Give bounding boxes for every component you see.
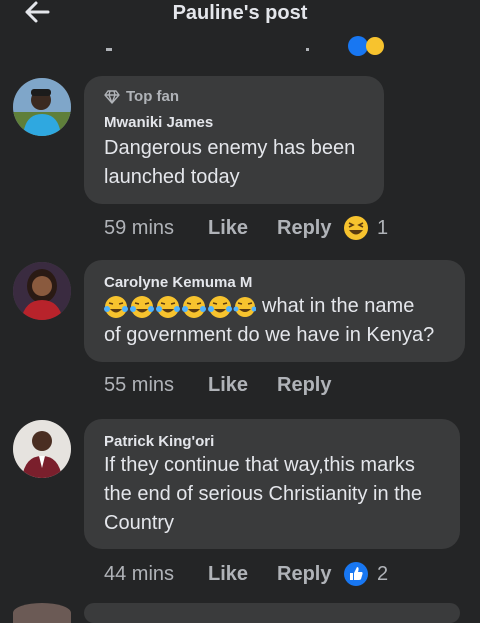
reaction-summary[interactable]: 2 xyxy=(343,561,388,587)
comment-bubble[interactable]: Top fan Mwaniki James Dangerous enemy ha… xyxy=(84,76,384,204)
avatar[interactable] xyxy=(13,262,71,320)
laughing-tears-emoji-icon xyxy=(104,295,256,319)
comment-actions: 59 mins Like Reply 1 xyxy=(104,215,388,241)
reply-button[interactable]: Reply xyxy=(277,217,343,240)
comment-author[interactable]: Mwaniki James xyxy=(104,114,213,131)
diamond-icon xyxy=(104,89,120,104)
header-bar: Pauline's post xyxy=(0,0,480,34)
laughing-emoji-icon xyxy=(344,216,368,240)
comment-timestamp: 55 mins xyxy=(104,374,175,396)
previous-comment-meta-cutoff xyxy=(96,36,416,56)
comment-text: If they continue that way,this marks the… xyxy=(104,454,422,534)
reaction-count: 1 xyxy=(377,216,389,239)
like-button[interactable]: Like xyxy=(208,563,277,586)
comment-text: Dangerous enemy has been launched today xyxy=(104,137,356,188)
comment-bubble[interactable] xyxy=(84,603,460,623)
avatar[interactable] xyxy=(13,78,71,136)
avatar[interactable] xyxy=(13,603,71,623)
top-fan-badge: Top fan xyxy=(104,88,179,105)
comment-actions: 55 mins Like Reply xyxy=(104,374,343,397)
comment-text: what in the name of government do we hav… xyxy=(104,295,435,346)
reply-button[interactable]: Reply xyxy=(277,374,343,397)
avatar[interactable] xyxy=(13,420,71,478)
comment-author[interactable]: Patrick King'ori xyxy=(104,433,214,450)
reaction-count: 2 xyxy=(377,562,389,585)
comment-actions: 44 mins Like Reply 2 xyxy=(104,561,388,587)
like-button[interactable]: Like xyxy=(208,217,277,240)
comment-timestamp: 44 mins xyxy=(104,562,175,585)
comment-author[interactable]: Carolyne Kemuma M xyxy=(104,274,252,291)
comment-bubble[interactable]: Patrick King'ori If they continue that w… xyxy=(84,419,460,549)
thumbs-up-icon xyxy=(344,562,368,586)
comment-timestamp: 59 mins xyxy=(104,216,175,239)
like-button[interactable]: Like xyxy=(208,374,277,397)
reply-button[interactable]: Reply xyxy=(277,563,343,586)
page-title: Pauline's post xyxy=(172,2,308,24)
reaction-summary[interactable]: 1 xyxy=(343,215,388,241)
comment-bubble[interactable]: Carolyne Kemuma M what in the name of go… xyxy=(84,260,465,362)
